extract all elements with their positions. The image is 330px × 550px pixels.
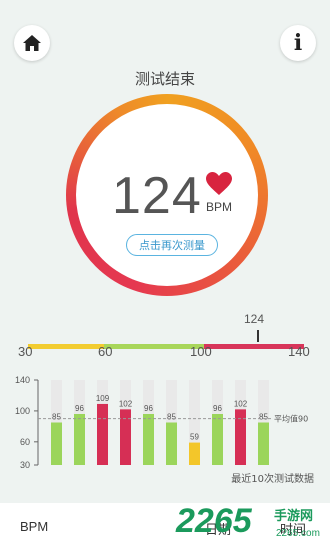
chart-data-label: 85 — [259, 413, 268, 422]
chart-bar — [212, 414, 223, 465]
chart-bar — [258, 422, 269, 465]
chart-bar — [235, 409, 246, 465]
scale-marker — [257, 330, 259, 342]
chart-bar — [120, 409, 131, 465]
svg-text:手游网: 手游网 — [274, 508, 313, 524]
chart-y-tick-label: 100 — [15, 406, 30, 416]
page-title: 测试结束 — [134, 70, 195, 88]
chart-bar — [143, 414, 154, 465]
chart-data-label: 59 — [190, 433, 199, 442]
chart-bar — [166, 422, 177, 465]
info-icon: i — [293, 30, 303, 56]
chart-data-label: 96 — [213, 404, 222, 413]
scale-tick: 100 — [190, 344, 212, 359]
chart-data-label: 96 — [75, 404, 84, 413]
chart-bar — [51, 422, 62, 465]
chart-data-label: 109 — [96, 394, 110, 403]
col-bpm: BPM — [20, 519, 49, 534]
scale-marker-label: 124 — [244, 312, 265, 326]
history-chart: 140 100 60 30 85 96 109 102 96 85 59 96 102 85 平均值90 最近… — [15, 375, 314, 485]
chart-bar — [189, 442, 200, 465]
chart-data-label: 96 — [144, 404, 153, 413]
scale-tick: 30 — [18, 344, 33, 359]
chart-caption: 最近10次测试数据 — [231, 472, 314, 485]
info-button[interactable]: i — [280, 25, 316, 61]
chart-data-label: 85 — [52, 413, 61, 422]
home-icon — [23, 35, 41, 51]
chart-data-label: 102 — [234, 399, 248, 408]
bpm-value: 124 — [112, 167, 202, 225]
chart-data-label: 102 — [119, 399, 133, 408]
result-panel: 124 BPM 点击再次测量 — [76, 104, 258, 286]
scale-bar — [28, 334, 304, 349]
chart-bar — [74, 414, 85, 465]
scale-segment-low — [28, 344, 104, 349]
chart-y-tick-label: 140 — [15, 375, 30, 385]
svg-text:2265.com: 2265.com — [276, 528, 320, 539]
scale-tick: 140 — [288, 344, 310, 359]
home-button[interactable] — [14, 25, 50, 61]
chart-data-label: 85 — [167, 413, 176, 422]
scale-tick: 60 — [98, 344, 113, 359]
heart-icon — [206, 172, 232, 195]
remeasure-button[interactable]: 点击再次测量 — [126, 234, 218, 256]
chart-bar — [97, 403, 108, 465]
scale-segment-normal — [104, 344, 204, 349]
watermark-logo: 2265 手游网 2265.com — [175, 502, 320, 540]
result-ring: 124 BPM 点击再次测量 — [66, 94, 268, 296]
svg-text:2265: 2265 — [175, 502, 253, 540]
chart-average-label: 平均值90 — [274, 414, 308, 424]
bpm-unit: BPM — [206, 200, 233, 214]
chart-y-tick-label: 60 — [20, 437, 30, 447]
chart-y-tick-label: 30 — [20, 460, 30, 470]
